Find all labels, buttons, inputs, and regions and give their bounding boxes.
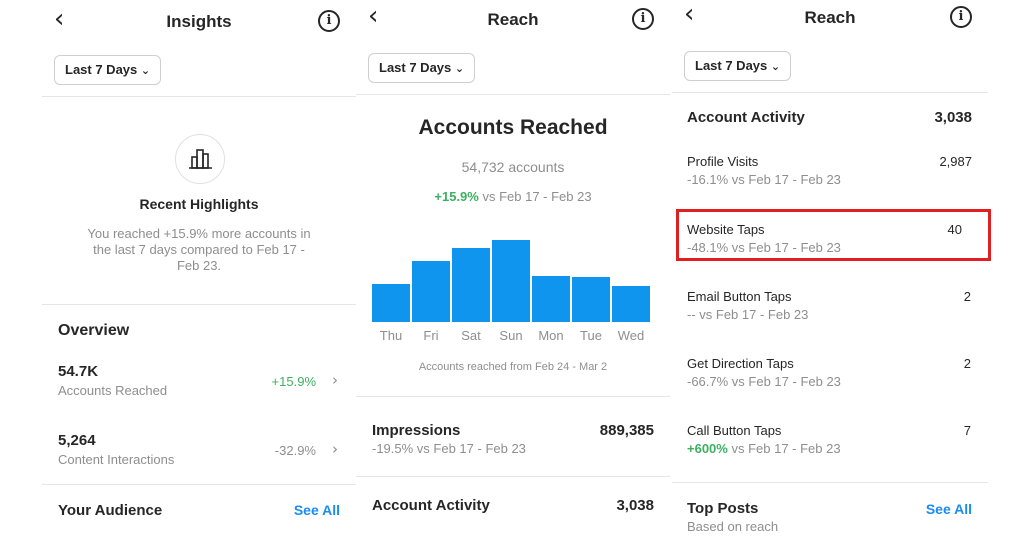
info-icon[interactable]: i <box>632 8 654 30</box>
chevron-down-icon: ⌄ <box>770 60 781 73</box>
highlights-title: Recent Highlights <box>139 196 259 212</box>
activity-item-value: 7 <box>963 423 971 438</box>
overview-label: Accounts Reached <box>58 383 168 398</box>
info-icon[interactable]: i <box>950 6 972 28</box>
activity-item-call-button-taps[interactable]: Call Button Taps 7 +600% vs Feb 17 - Feb… <box>672 421 988 461</box>
date-filter-label: Last 7 Days <box>695 58 768 73</box>
chart-bar-fri <box>412 261 450 322</box>
impressions-change: -19.5% vs Feb 17 - Feb 23 <box>372 441 526 456</box>
insights-panel: ‹ Insights i Last 7 Days ⌄ Recent Highli… <box>42 0 356 537</box>
account-activity-value: 3,038 <box>934 109 972 126</box>
chart-tick-label: Fri <box>423 328 439 343</box>
chart-bar-thu <box>372 284 410 322</box>
chart-bar-sat <box>452 248 490 322</box>
activity-item-label: Email Button Taps <box>687 289 792 304</box>
chart-caption: Accounts reached from Feb 24 - Mar 2 <box>418 361 608 373</box>
chart-tick-label: Sun <box>499 328 523 343</box>
audience-see-all-link[interactable]: See All <box>294 502 340 518</box>
activity-item-change: -66.7% vs Feb 17 - Feb 23 <box>687 374 841 389</box>
accounts-reached-title: Accounts Reached <box>418 116 608 139</box>
activity-item-change: -16.1% vs Feb 17 - Feb 23 <box>687 172 841 187</box>
reach-header: ‹ Reach i <box>672 0 988 40</box>
reach-activity-panel: ‹ Reach i Last 7 Days ⌄ Account Activity… <box>672 0 988 537</box>
reach-chart-panel: ‹ Reach i Last 7 Days ⌄ Accounts Reached… <box>356 0 670 537</box>
chart-tick-label: Wed <box>617 328 645 343</box>
activity-item-value: 2 <box>963 356 971 371</box>
activity-item-email-button-taps[interactable]: Email Button Taps 2 -- vs Feb 17 - Feb 2… <box>672 287 988 327</box>
chart-tick-label: Sat <box>461 328 481 343</box>
page-title: Reach <box>487 10 539 29</box>
highlights-text: You reached +15.9% more accounts in the … <box>87 226 311 273</box>
page-title: Insights <box>166 12 232 31</box>
account-activity-label: Account Activity <box>372 497 490 514</box>
chart-tick-label: Thu <box>379 328 403 343</box>
overview-row-accounts-reached[interactable]: 54.7K Accounts Reached +15.9% › <box>42 360 356 404</box>
date-filter-label: Last 7 Days <box>65 62 138 77</box>
overview-change: +15.9% <box>271 374 316 389</box>
activity-item-label: Call Button Taps <box>687 423 782 438</box>
activity-item-change: -- vs Feb 17 - Feb 23 <box>687 307 809 322</box>
date-filter-dropdown[interactable]: Last 7 Days ⌄ <box>54 55 162 85</box>
top-posts-see-all-link[interactable]: See All <box>926 501 972 517</box>
activity-item-label: Get Direction Taps <box>687 356 794 371</box>
info-icon[interactable]: i <box>318 10 340 32</box>
chart-tick-label: Mon <box>538 328 564 343</box>
top-posts-subtitle: Based on reach <box>687 519 779 534</box>
account-activity-label: Account Activity <box>687 109 805 126</box>
account-activity-value: 3,038 <box>616 497 654 514</box>
impressions-row[interactable]: Impressions 889,385 -19.5% vs Feb 17 - F… <box>356 416 670 460</box>
chevron-down-icon: ⌄ <box>454 62 465 75</box>
activity-item-value: 2,987 <box>939 154 972 169</box>
chart-bar-tue <box>572 277 610 322</box>
overview-row-content-interactions[interactable]: 5,264 Content Interactions -32.9% › <box>42 430 356 474</box>
chart-bar-sun <box>492 240 530 322</box>
date-filter-dropdown[interactable]: Last 7 Days ⌄ <box>368 53 476 83</box>
chevron-down-icon: ⌄ <box>140 64 151 77</box>
activity-item-get-direction-taps[interactable]: Get Direction Taps 2 -66.7% vs Feb 17 - … <box>672 354 988 394</box>
impressions-label: Impressions <box>372 422 461 439</box>
overview-title: Overview <box>58 322 130 339</box>
highlight-box <box>676 209 991 261</box>
overview-change: -32.9% <box>274 443 316 458</box>
activity-item-change: +600% vs Feb 17 - Feb 23 <box>687 441 841 456</box>
chart-tick-label: Tue <box>580 328 602 343</box>
date-filter-label: Last 7 Days <box>379 60 452 75</box>
accounts-reached-change: +15.9% vs Feb 17 - Feb 23 <box>434 189 592 204</box>
impressions-value: 889,385 <box>599 422 654 439</box>
bar-chart-icon <box>175 134 225 184</box>
overview-label: Content Interactions <box>58 452 175 467</box>
activity-item-label: Profile Visits <box>687 154 759 169</box>
activity-item-profile-visits[interactable]: Profile Visits 2,987 -16.1% vs Feb 17 - … <box>672 152 988 192</box>
date-filter-dropdown[interactable]: Last 7 Days ⌄ <box>684 51 792 81</box>
chart-bar-wed <box>612 286 650 322</box>
page-title: Reach <box>804 8 856 27</box>
top-posts-title: Top Posts <box>687 500 759 517</box>
chart-bar-mon <box>532 276 570 322</box>
overview-value: 54.7K <box>58 363 99 380</box>
reach-header: ‹ Reach i <box>356 0 670 40</box>
activity-item-value: 2 <box>963 289 971 304</box>
overview-value: 5,264 <box>58 432 96 449</box>
chevron-right-icon: › <box>332 371 338 389</box>
accounts-reached-count: 54,732 accounts <box>461 159 565 175</box>
insights-header: ‹ Insights i <box>42 0 356 40</box>
audience-title: Your Audience <box>58 502 163 519</box>
chevron-right-icon: › <box>332 440 338 458</box>
accounts-reached-bar-chart: Thu Fri Sat Sun Mon Tue Wed <box>372 230 655 355</box>
